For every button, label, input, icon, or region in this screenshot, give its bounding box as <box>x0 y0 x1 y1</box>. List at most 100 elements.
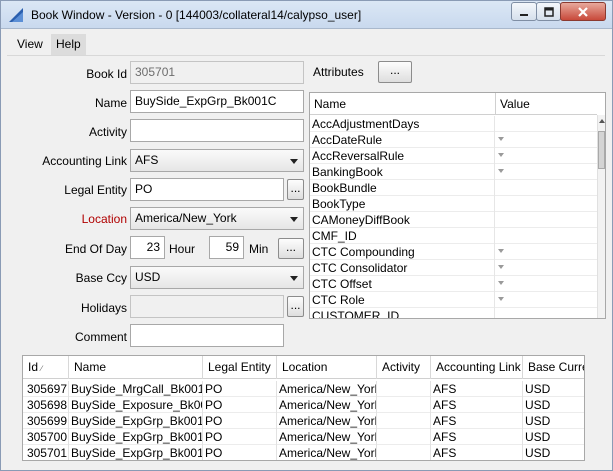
table-row[interactable]: 305697 BuySide_MrgCall_Bk001 PO America/New… <box>23 381 584 397</box>
attribute-value[interactable] <box>496 244 597 260</box>
comment-label: Comment <box>74 330 127 344</box>
attributes-column-value[interactable]: Value <box>496 93 597 115</box>
col-accounting-link-cell: AFS <box>431 445 523 460</box>
legal-entity-field[interactable]: PO <box>130 178 284 201</box>
legal-entity-browse-button[interactable]: ... <box>287 179 304 200</box>
attribute-row[interactable]: BookType <box>310 196 597 212</box>
table-row[interactable]: 305701 BuySide_ExpGrp_Bk001C PO America/New… <box>23 445 584 460</box>
col-base-currency-header[interactable]: Base Curre <box>523 356 585 379</box>
col-legal-entity-header[interactable]: Legal Entity <box>203 356 277 379</box>
table-row[interactable]: 305699 BuySide_ExpGrp_Bk001A PO America/New… <box>23 413 584 429</box>
attribute-row[interactable]: CUSTOMER_ID <box>310 308 597 318</box>
end-of-day-label: End Of Day <box>64 242 127 256</box>
comment-field[interactable] <box>130 324 284 347</box>
accounting-link-select[interactable]: AFS <box>130 149 304 172</box>
attribute-row[interactable]: BookBundle <box>310 180 597 196</box>
scroll-thumb[interactable] <box>598 131 605 169</box>
end-of-day-min-field[interactable]: 59 <box>209 236 244 259</box>
chevron-down-icon[interactable] <box>498 265 504 269</box>
attribute-name: CTC Compounding <box>311 244 495 260</box>
attribute-row[interactable]: BankingBook <box>310 164 597 180</box>
attribute-row[interactable]: AccReversalRule <box>310 148 597 164</box>
col-accounting-link-cell: AFS <box>431 397 523 413</box>
base-ccy-select[interactable]: USD <box>130 266 304 289</box>
attributes-label: Attributes <box>313 65 364 79</box>
attribute-row[interactable]: CTC Offset <box>310 276 597 292</box>
attribute-row[interactable]: AccAdjustmentDays <box>310 116 597 132</box>
attributes-browse-button[interactable]: ... <box>378 61 412 83</box>
attribute-name: CAMoneyDiffBook <box>311 212 495 228</box>
hour-label: Hour <box>169 242 196 256</box>
chevron-down-icon[interactable] <box>498 297 504 301</box>
col-accounting-link-cell: AFS <box>431 413 523 429</box>
col-activity-cell <box>377 413 431 429</box>
attribute-value[interactable] <box>496 148 597 164</box>
chevron-down-icon[interactable] <box>498 153 504 157</box>
chevron-down-icon[interactable] <box>498 169 504 173</box>
menu-bar: View Help <box>7 34 605 56</box>
attributes-scrollbar[interactable] <box>597 115 605 318</box>
col-id-cell: 305699 <box>23 413 69 429</box>
chevron-down-icon[interactable] <box>498 281 504 285</box>
col-name-header[interactable]: Name <box>69 356 203 379</box>
col-name-cell: BuySide_ExpGrp_Bk001C <box>71 445 203 460</box>
attribute-name: AccReversalRule <box>311 148 495 164</box>
col-base-currency-cell: USD <box>523 445 584 460</box>
col-id-header[interactable]: Id ∕ <box>23 356 69 379</box>
chevron-down-icon <box>290 217 298 222</box>
col-accounting-link-header[interactable]: Accounting Link <box>431 356 523 379</box>
title-bar[interactable]: Book Window - Version - 0 [144003/collat… <box>1 1 612 29</box>
col-accounting-link-cell: AFS <box>431 381 523 397</box>
name-field[interactable]: BuySide_ExpGrp_Bk001C <box>130 90 304 113</box>
attributes-table-header: Name Value <box>310 93 597 115</box>
close-button[interactable] <box>560 2 606 21</box>
col-legal-entity-cell: PO <box>203 429 277 445</box>
col-activity-header[interactable]: Activity <box>377 356 431 379</box>
scroll-up-icon[interactable] <box>599 119 605 123</box>
attribute-row[interactable]: CMF_ID <box>310 228 597 244</box>
col-id-header-label: Id <box>28 360 39 374</box>
col-location-header[interactable]: Location <box>277 356 377 379</box>
attribute-value[interactable] <box>496 196 597 212</box>
menu-view[interactable]: View <box>12 34 48 55</box>
end-of-day-hour-field[interactable]: 23 <box>130 236 165 259</box>
col-base-currency-cell: USD <box>523 381 584 397</box>
attribute-value[interactable] <box>496 260 597 276</box>
attribute-row[interactable]: CTC Consolidator <box>310 260 597 276</box>
col-activity-cell <box>377 381 431 397</box>
location-select[interactable]: America/New_York <box>130 207 304 230</box>
attribute-row[interactable]: CTC Compounding <box>310 244 597 260</box>
minimize-button[interactable] <box>511 2 537 21</box>
attribute-value[interactable] <box>496 308 597 318</box>
attribute-value[interactable] <box>496 180 597 196</box>
holidays-browse-button[interactable]: ... <box>287 296 304 317</box>
books-table-header: Id ∕ Name Legal Entity Location Activity Accou… <box>23 356 585 379</box>
col-base-currency-header-label: Base Curre <box>528 360 585 374</box>
menu-help[interactable]: Help <box>51 34 86 55</box>
attribute-row[interactable]: AccDateRule <box>310 132 597 148</box>
attribute-value[interactable] <box>496 164 597 180</box>
col-legal-entity-header-label: Legal Entity <box>208 360 271 374</box>
attribute-value[interactable] <box>496 212 597 228</box>
attribute-value[interactable] <box>496 132 597 148</box>
attribute-value[interactable] <box>496 228 597 244</box>
maximize-icon <box>543 6 554 17</box>
attributes-column-name[interactable]: Name <box>310 93 496 115</box>
col-name-cell: BuySide_MrgCall_Bk001 <box>71 381 203 397</box>
table-row[interactable]: 305698 BuySide_Exposure_Bk001 PO America/Ne… <box>23 397 584 413</box>
attribute-value[interactable] <box>496 292 597 308</box>
location-value: America/New_York <box>135 211 237 225</box>
end-of-day-browse-button[interactable]: ... <box>278 238 304 259</box>
attribute-name: CTC Role <box>311 292 495 308</box>
attribute-value[interactable] <box>496 116 597 132</box>
accounting-link-label: Accounting Link <box>42 154 127 168</box>
activity-field[interactable] <box>130 119 304 142</box>
attribute-row[interactable]: CAMoneyDiffBook <box>310 212 597 228</box>
maximize-button[interactable] <box>536 2 561 21</box>
col-location-cell: America/New_York <box>279 429 377 445</box>
table-row[interactable]: 305700 BuySide_ExpGrp_Bk001B PO America/New… <box>23 429 584 445</box>
attribute-value[interactable] <box>496 276 597 292</box>
chevron-down-icon[interactable] <box>498 249 504 253</box>
chevron-down-icon[interactable] <box>498 137 504 141</box>
attribute-row[interactable]: CTC Role <box>310 292 597 308</box>
